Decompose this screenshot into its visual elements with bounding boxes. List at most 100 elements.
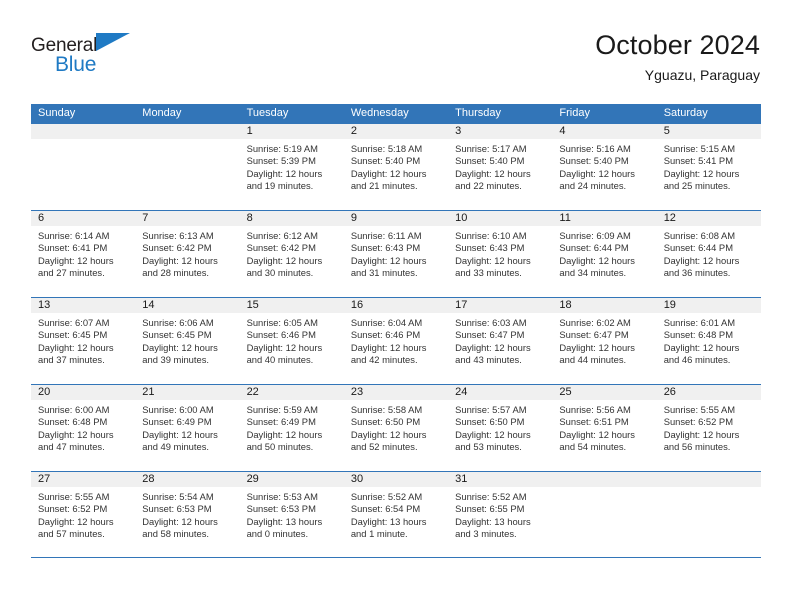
sunrise-text: Sunrise: 5:52 AM (455, 491, 527, 502)
day-cell[interactable]: 30 Sunrise: 5:52 AM Sunset: 6:54 PM Dayligh… (343, 472, 449, 557)
day-details: Sunrise: 6:05 AM Sunset: 6:46 PM Daylight:… (240, 313, 344, 366)
daylight-text-line2: and 34 minutes. (559, 266, 627, 278)
day-details: Sunrise: 5:59 AM Sunset: 6:49 PM Daylight:… (240, 400, 344, 453)
day-number (656, 472, 761, 487)
day-details: Sunrise: 6:10 AM Sunset: 6:43 PM Daylight:… (448, 226, 552, 279)
daylight-text-line1: Daylight: 12 hours (455, 167, 531, 179)
day-cell-empty (135, 124, 240, 210)
sunset-text: Sunset: 6:43 PM (350, 242, 421, 254)
day-cell[interactable]: 1 Sunrise: 5:19 AM Sunset: 5:39 PM Daylight… (239, 124, 344, 210)
daylight-text-line2: and 36 minutes. (663, 266, 731, 278)
sunset-text: Sunset: 5:41 PM (663, 155, 733, 167)
sunrise-text: Sunrise: 5:18 AM (350, 143, 423, 154)
day-cell-empty (31, 124, 136, 210)
day-number: 8 (239, 211, 344, 226)
sunrise-text: Sunrise: 6:08 AM (663, 230, 736, 241)
daylight-text-line2: and 33 minutes. (455, 266, 522, 278)
page-header: General Blue October 2024 Yguazu, Paragu… (31, 30, 760, 92)
sunrise-text: Sunrise: 5:58 AM (350, 404, 423, 415)
day-cell[interactable]: 19 Sunrise: 6:01 AM Sunset: 6:48 PM Dayligh… (656, 298, 761, 384)
sunrise-text: Sunrise: 5:56 AM (559, 404, 631, 415)
weekday-header-row: Sunday Monday Tuesday Wednesday Thursday Frid… (31, 104, 761, 123)
day-cell[interactable]: 29 Sunrise: 5:53 AM Sunset: 6:53 PM Dayligh… (239, 472, 344, 557)
day-cell[interactable]: 23 Sunrise: 5:58 AM Sunset: 6:50 PM Dayligh… (343, 385, 449, 471)
day-cell[interactable]: 2 Sunrise: 5:18 AM Sunset: 5:40 PM Daylight… (343, 124, 449, 210)
day-details: Sunrise: 6:07 AM Sunset: 6:45 PM Daylight:… (31, 313, 135, 366)
day-cell[interactable]: 12 Sunrise: 6:08 AM Sunset: 6:44 PM Dayligh… (656, 211, 761, 297)
day-cell[interactable]: 28 Sunrise: 5:54 AM Sunset: 6:53 PM Dayligh… (135, 472, 240, 557)
day-cell[interactable]: 21 Sunrise: 6:00 AM Sunset: 6:49 PM Dayligh… (135, 385, 240, 471)
daylight-text-line2: and 49 minutes. (142, 440, 209, 452)
brand-logo[interactable]: General Blue (31, 30, 151, 75)
day-cell[interactable]: 18 Sunrise: 6:02 AM Sunset: 6:47 PM Dayligh… (552, 298, 657, 384)
day-cell[interactable]: 9 Sunrise: 6:11 AM Sunset: 6:43 PM Daylight… (343, 211, 449, 297)
daylight-text-line1: Daylight: 12 hours (350, 341, 427, 353)
daylight-text-line1: Daylight: 12 hours (142, 341, 218, 353)
daylight-text-line2: and 43 minutes. (455, 353, 522, 365)
sunset-text: Sunset: 6:41 PM (38, 242, 108, 254)
daylight-text-line2: and 47 minutes. (38, 440, 105, 452)
day-details: Sunrise: 5:17 AM Sunset: 5:40 PM Daylight:… (448, 139, 552, 192)
daylight-text-line2: and 42 minutes. (350, 353, 418, 365)
day-cell[interactable]: 11 Sunrise: 6:09 AM Sunset: 6:44 PM Dayligh… (552, 211, 657, 297)
day-cell[interactable]: 13 Sunrise: 6:07 AM Sunset: 6:45 PM Dayligh… (31, 298, 136, 384)
daylight-text-line1: Daylight: 12 hours (663, 341, 740, 353)
day-cell[interactable]: 25 Sunrise: 5:56 AM Sunset: 6:51 PM Dayligh… (552, 385, 657, 471)
day-cell[interactable]: 31 Sunrise: 5:52 AM Sunset: 6:55 PM Dayligh… (448, 472, 553, 557)
day-cell[interactable]: 26 Sunrise: 5:55 AM Sunset: 6:52 PM Dayligh… (656, 385, 761, 471)
day-details: Sunrise: 5:52 AM Sunset: 6:55 PM Daylight:… (448, 487, 552, 540)
sunset-text: Sunset: 6:47 PM (559, 329, 629, 341)
day-number: 3 (448, 124, 553, 139)
daylight-text-line2: and 24 minutes. (559, 179, 627, 191)
daylight-text-line1: Daylight: 12 hours (246, 341, 323, 353)
day-cell[interactable]: 14 Sunrise: 6:06 AM Sunset: 6:45 PM Dayligh… (135, 298, 240, 384)
day-cell[interactable]: 20 Sunrise: 6:00 AM Sunset: 6:48 PM Dayligh… (31, 385, 136, 471)
day-cell[interactable]: 8 Sunrise: 6:12 AM Sunset: 6:42 PM Daylight… (239, 211, 344, 297)
daylight-text-line1: Daylight: 12 hours (142, 428, 218, 440)
sunset-text: Sunset: 6:54 PM (350, 503, 421, 515)
daylight-text-line2: and 3 minutes. (455, 527, 517, 539)
sunset-text: Sunset: 6:53 PM (246, 503, 316, 515)
weekday-header-friday: Friday (559, 107, 590, 119)
daylight-text-line1: Daylight: 12 hours (246, 254, 323, 266)
sunrise-text: Sunrise: 6:07 AM (38, 317, 110, 328)
day-cell[interactable]: 7 Sunrise: 6:13 AM Sunset: 6:42 PM Daylight… (135, 211, 240, 297)
sunrise-text: Sunrise: 5:55 AM (38, 491, 110, 502)
sunrise-text: Sunrise: 6:11 AM (350, 230, 422, 241)
day-cell[interactable]: 16 Sunrise: 6:04 AM Sunset: 6:46 PM Dayligh… (343, 298, 449, 384)
day-number: 14 (135, 298, 240, 313)
day-cell[interactable]: 22 Sunrise: 5:59 AM Sunset: 6:49 PM Dayligh… (239, 385, 344, 471)
day-cell[interactable]: 3 Sunrise: 5:17 AM Sunset: 5:40 PM Daylight… (448, 124, 553, 210)
sunrise-text: Sunrise: 6:13 AM (142, 230, 214, 241)
day-cell[interactable]: 15 Sunrise: 6:05 AM Sunset: 6:46 PM Dayligh… (239, 298, 344, 384)
daylight-text-line1: Daylight: 12 hours (142, 515, 218, 527)
sunset-text: Sunset: 6:50 PM (350, 416, 421, 428)
day-number: 28 (135, 472, 240, 487)
day-cell[interactable]: 27 Sunrise: 5:55 AM Sunset: 6:52 PM Dayligh… (31, 472, 136, 557)
sunrise-text: Sunrise: 5:52 AM (350, 491, 423, 502)
sunset-text: Sunset: 6:53 PM (142, 503, 212, 515)
day-number: 22 (239, 385, 344, 400)
day-details: Sunrise: 5:18 AM Sunset: 5:40 PM Daylight:… (344, 139, 448, 192)
day-details: Sunrise: 5:54 AM Sunset: 6:53 PM Daylight:… (135, 487, 239, 540)
sunrise-text: Sunrise: 5:19 AM (246, 143, 318, 154)
day-details: Sunrise: 6:12 AM Sunset: 6:42 PM Daylight:… (240, 226, 344, 279)
calendar-week-row: 27 Sunrise: 5:55 AM Sunset: 6:52 PM Dayligh… (31, 471, 761, 558)
sunrise-text: Sunrise: 5:55 AM (663, 404, 736, 415)
day-cell[interactable]: 24 Sunrise: 5:57 AM Sunset: 6:50 PM Dayligh… (448, 385, 553, 471)
sunset-text: Sunset: 6:42 PM (142, 242, 212, 254)
day-cell[interactable]: 6 Sunrise: 6:14 AM Sunset: 6:41 PM Daylight… (31, 211, 136, 297)
day-cell[interactable]: 17 Sunrise: 6:03 AM Sunset: 6:47 PM Dayligh… (448, 298, 553, 384)
title-block: October 2024 Yguazu, Paraguay (595, 30, 760, 84)
day-number: 13 (31, 298, 136, 313)
day-number: 7 (135, 211, 240, 226)
day-cell-empty (552, 472, 657, 557)
sunset-text: Sunset: 5:39 PM (246, 155, 316, 167)
sunrise-text: Sunrise: 6:03 AM (455, 317, 527, 328)
day-number (135, 124, 240, 139)
sunrise-text: Sunrise: 6:10 AM (455, 230, 527, 241)
day-cell[interactable]: 5 Sunrise: 5:15 AM Sunset: 5:41 PM Daylight… (656, 124, 761, 210)
day-cell[interactable]: 10 Sunrise: 6:10 AM Sunset: 6:43 PM Dayligh… (448, 211, 553, 297)
day-cell[interactable]: 4 Sunrise: 5:16 AM Sunset: 5:40 PM Daylight… (552, 124, 657, 210)
daylight-text-line2: and 22 minutes. (455, 179, 522, 191)
